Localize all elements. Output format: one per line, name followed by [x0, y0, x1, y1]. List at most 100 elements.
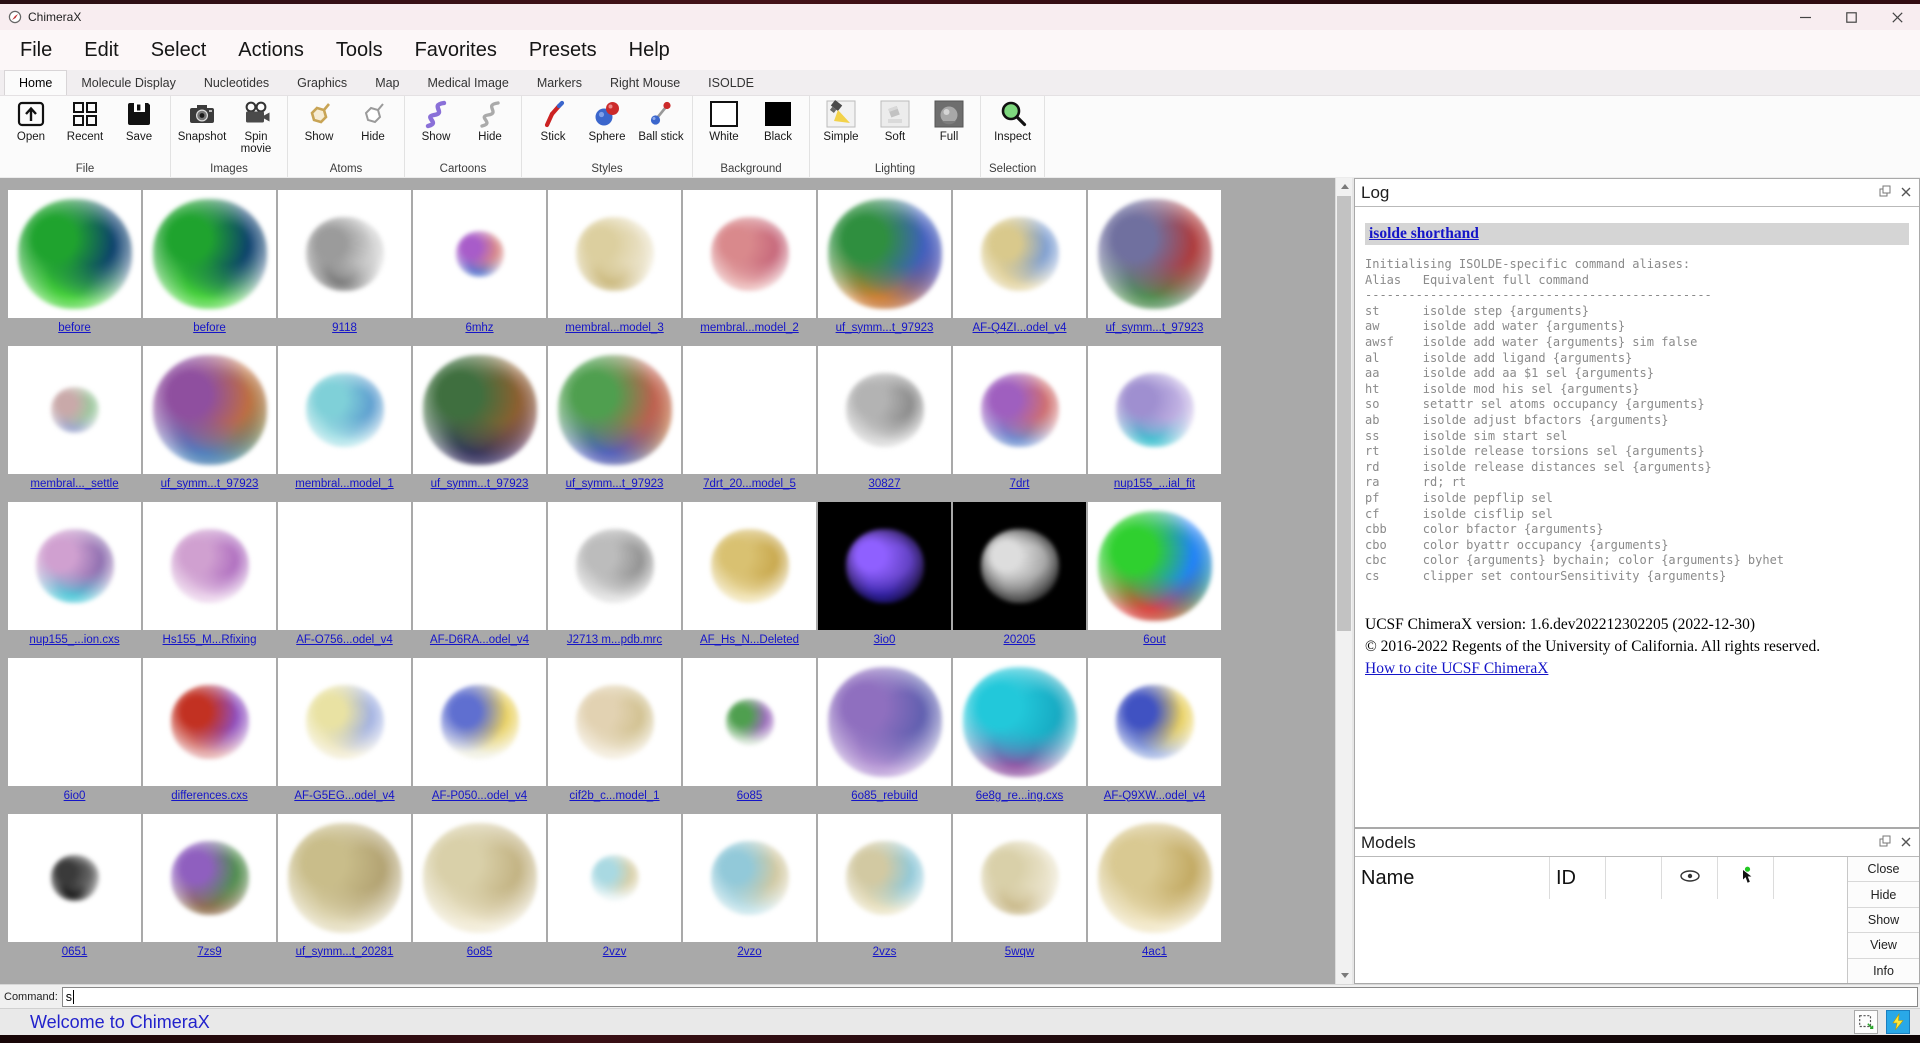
thumbnail-image[interactable]: [953, 658, 1086, 786]
thumbnail-image[interactable]: [953, 190, 1086, 318]
menu-file[interactable]: File: [4, 39, 68, 62]
thumbnail-link[interactable]: 2vzv: [603, 946, 627, 958]
vertical-scrollbar[interactable]: [1335, 178, 1352, 984]
thumbnail-link[interactable]: 2vzs: [873, 946, 897, 958]
thumbnail-link[interactable]: 6out: [1143, 634, 1165, 646]
tab-right-mouse[interactable]: Right Mouse: [596, 71, 694, 95]
thumbnail-image[interactable]: [1088, 346, 1221, 474]
thumbnail-link[interactable]: 7drt_20...model_5: [703, 478, 796, 490]
thumbnail-image[interactable]: [548, 658, 681, 786]
thumbnail-image[interactable]: [953, 814, 1086, 942]
tab-map[interactable]: Map: [361, 71, 413, 95]
isolde-shorthand-link[interactable]: isolde shorthand: [1369, 225, 1479, 242]
tab-markers[interactable]: Markers: [523, 71, 596, 95]
thumbnail-image[interactable]: [413, 190, 546, 318]
menu-edit[interactable]: Edit: [68, 39, 134, 62]
thumbnail-link[interactable]: nup155_...ion.cxs: [29, 634, 119, 646]
thumbnail-link[interactable]: 0651: [62, 946, 88, 958]
sphere-button[interactable]: Sphere: [584, 98, 630, 143]
scroll-down-arrow[interactable]: [1336, 967, 1352, 984]
thumbnail-link[interactable]: 6io0: [64, 790, 86, 802]
models-view-button[interactable]: View: [1848, 933, 1919, 958]
thumbnail-link[interactable]: membral...model_3: [565, 322, 663, 334]
hide-button[interactable]: Hide: [350, 98, 396, 143]
thumbnail-link[interactable]: Hs155_M...Rfixing: [163, 634, 257, 646]
models-show-button[interactable]: Show: [1848, 908, 1919, 933]
thumbnail-link[interactable]: AF-P050...odel_v4: [432, 790, 527, 802]
snapshot-button[interactable]: Snapshot: [179, 98, 225, 143]
thumbnail-link[interactable]: 9118: [332, 322, 357, 334]
thumbnail-image[interactable]: [1088, 814, 1221, 942]
thumbnail-image[interactable]: [1088, 502, 1221, 630]
simple-button[interactable]: Simple: [818, 98, 864, 143]
tab-home[interactable]: Home: [4, 70, 67, 95]
thumbnail-link[interactable]: uf_symm...t_97923: [1106, 322, 1204, 334]
models-panel-titlebar[interactable]: Models: [1355, 829, 1919, 857]
thumbnail-link[interactable]: uf_symm...t_97923: [431, 478, 529, 490]
thumbnail-image[interactable]: [683, 346, 816, 474]
float-panel-icon[interactable]: [1879, 834, 1891, 852]
thumbnail-image[interactable]: [413, 814, 546, 942]
close-button[interactable]: [1874, 4, 1920, 30]
show-button[interactable]: Show: [296, 98, 342, 143]
thumbnail-image[interactable]: [818, 190, 951, 318]
thumbnail-link[interactable]: uf_symm...t_97923: [836, 322, 934, 334]
thumbnail-link[interactable]: AF_Hs_N...Deleted: [700, 634, 799, 646]
models-info-button[interactable]: Info: [1848, 959, 1919, 983]
menu-actions[interactable]: Actions: [222, 39, 320, 62]
open-button[interactable]: Open: [8, 98, 54, 143]
tab-medical-image[interactable]: Medical Image: [414, 71, 523, 95]
menu-tools[interactable]: Tools: [320, 39, 399, 62]
thumbnail-image[interactable]: [683, 814, 816, 942]
menu-favorites[interactable]: Favorites: [399, 39, 513, 62]
tab-isolde[interactable]: ISOLDE: [694, 71, 768, 95]
thumbnail-image[interactable]: [278, 346, 411, 474]
thumbnail-link[interactable]: 20205: [1004, 634, 1036, 646]
tab-nucleotides[interactable]: Nucleotides: [190, 71, 283, 95]
thumbnail-link[interactable]: 6mhz: [465, 322, 493, 334]
thumbnail-image[interactable]: [143, 658, 276, 786]
thumbnail-link[interactable]: 6e8g_re...ing.cxs: [976, 790, 1064, 802]
thumbnail-image[interactable]: [413, 658, 546, 786]
thumbnail-image[interactable]: [1088, 658, 1221, 786]
thumbnail-link[interactable]: 4ac1: [1142, 946, 1167, 958]
thumbnail-link[interactable]: AF-Q4ZI...odel_v4: [973, 322, 1067, 334]
thumbnail-link[interactable]: 7drt: [1010, 478, 1030, 490]
show-button[interactable]: Show: [413, 98, 459, 143]
scroll-up-arrow[interactable]: [1336, 178, 1352, 195]
thumbnail-image[interactable]: [8, 346, 141, 474]
thumbnail-image[interactable]: [818, 814, 951, 942]
thumbnail-image[interactable]: [278, 190, 411, 318]
thumbnail-link[interactable]: 5wqw: [1005, 946, 1034, 958]
command-input[interactable]: s: [62, 987, 1918, 1007]
thumbnail-image[interactable]: [1088, 190, 1221, 318]
thumbnail-image[interactable]: [143, 814, 276, 942]
menu-help[interactable]: Help: [613, 39, 686, 62]
inspect-button[interactable]: Inspect: [990, 98, 1036, 143]
soft-button[interactable]: Soft: [872, 98, 918, 143]
recent-button[interactable]: Recent: [62, 98, 108, 143]
tab-graphics[interactable]: Graphics: [283, 71, 361, 95]
thumbnail-image[interactable]: [278, 502, 411, 630]
thumbnail-link[interactable]: 2vzo: [737, 946, 761, 958]
close-panel-icon[interactable]: [1901, 184, 1911, 202]
thumbnail-image[interactable]: [683, 190, 816, 318]
thumbnail-image[interactable]: [143, 190, 276, 318]
thumbnail-link[interactable]: 7zs9: [197, 946, 221, 958]
thumbnail-image[interactable]: [143, 502, 276, 630]
thumbnail-link[interactable]: nup155_...ial_fit: [1114, 478, 1195, 490]
titlebar[interactable]: ChimeraX: [0, 4, 1920, 30]
thumbnail-image[interactable]: [413, 346, 546, 474]
thumbnail-image[interactable]: [683, 658, 816, 786]
save-button[interactable]: Save: [116, 98, 162, 143]
scrollbar-thumb[interactable]: [1337, 196, 1351, 631]
thumbnail-image[interactable]: [548, 502, 681, 630]
float-panel-icon[interactable]: [1879, 184, 1891, 202]
close-panel-icon[interactable]: [1901, 834, 1911, 852]
thumbnail-link[interactable]: membral...model_1: [295, 478, 393, 490]
thumbnail-link[interactable]: 6o85_rebuild: [851, 790, 918, 802]
thumbnail-link[interactable]: uf_symm...t_97923: [566, 478, 664, 490]
thumbnail-image[interactable]: [548, 814, 681, 942]
thumbnail-image[interactable]: [683, 502, 816, 630]
log-panel-titlebar[interactable]: Log: [1355, 179, 1919, 207]
